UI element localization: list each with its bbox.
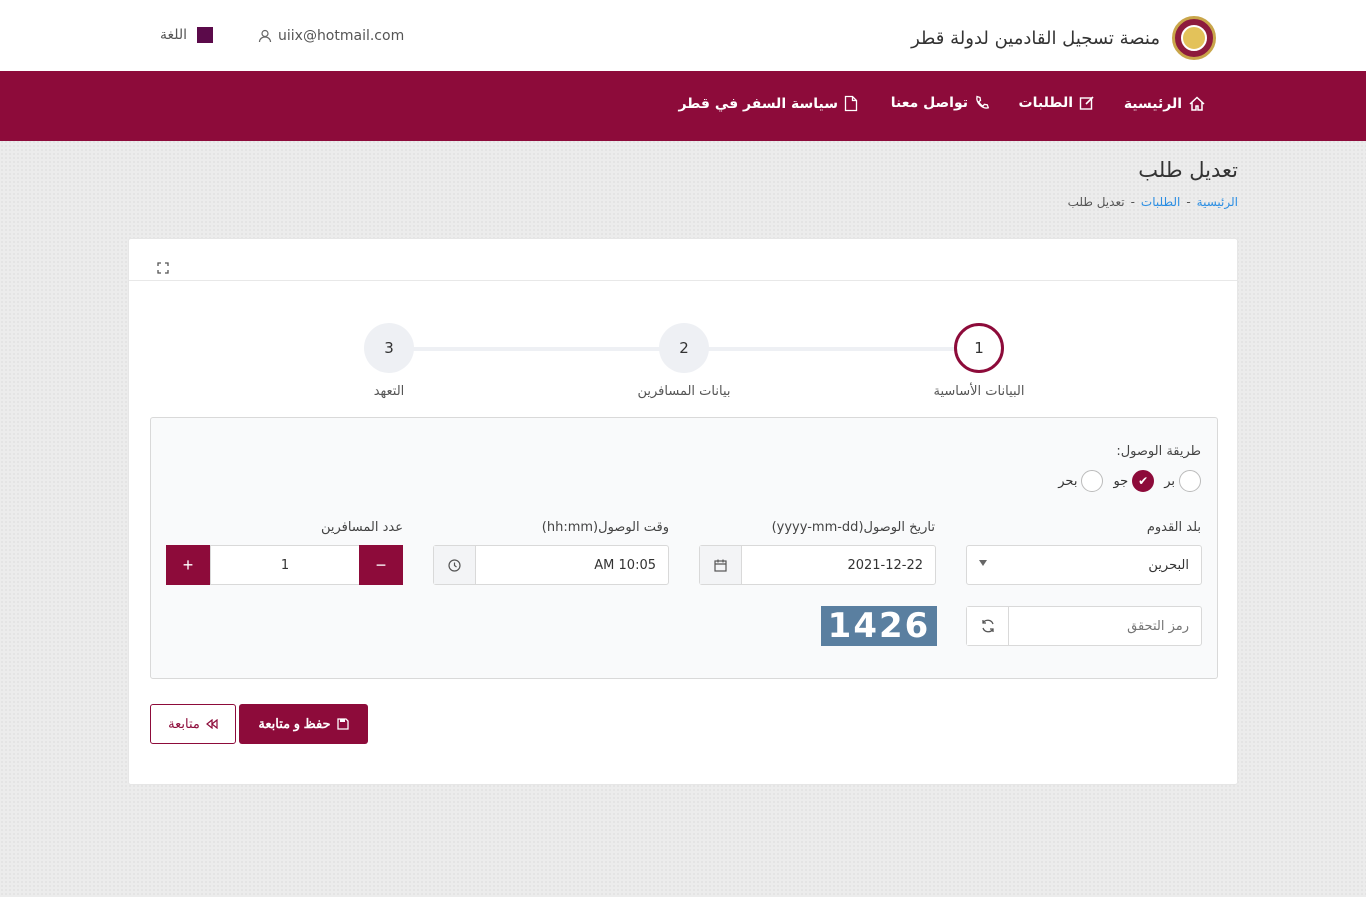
card-header bbox=[129, 239, 1237, 281]
breadcrumb-separator: - bbox=[1186, 195, 1191, 209]
arrival-date-value: 2021-12-22 bbox=[847, 558, 923, 573]
radio-sea[interactable]: بحر bbox=[1058, 470, 1104, 492]
radio-land-indicator[interactable] bbox=[1179, 470, 1201, 492]
travelers-count-label: عدد المسافرين bbox=[320, 520, 403, 535]
breadcrumb-separator: - bbox=[1130, 195, 1135, 209]
platform-title: منصة تسجيل القادمين لدولة قطر bbox=[911, 28, 1160, 49]
breadcrumb-requests[interactable]: الطلبات bbox=[1141, 195, 1180, 209]
continue-label: متابعة bbox=[168, 716, 200, 731]
fullscreen-icon[interactable] bbox=[157, 262, 169, 274]
nav-contact[interactable]: تواصل معنا bbox=[891, 95, 990, 111]
nav-requests-label: الطلبات bbox=[1018, 95, 1073, 111]
main-navbar: الرئيسية الطلبات تواصل معنا سياسة السفر … bbox=[0, 71, 1366, 141]
increment-button[interactable]: + bbox=[166, 545, 210, 585]
radio-air[interactable]: ✔ جو bbox=[1113, 470, 1155, 492]
radio-sea-indicator[interactable] bbox=[1081, 470, 1104, 492]
calendar-icon[interactable] bbox=[700, 546, 742, 584]
continue-button[interactable]: متابعة bbox=[150, 704, 236, 744]
step-2-circle[interactable]: 2 bbox=[659, 323, 709, 373]
radio-land[interactable]: بر bbox=[1164, 470, 1201, 492]
step-1-circle[interactable]: 1 bbox=[954, 323, 1004, 373]
fast-forward-icon bbox=[205, 719, 218, 729]
arrival-method-group: بر ✔ جو بحر bbox=[1058, 470, 1201, 492]
edit-icon bbox=[1079, 95, 1095, 111]
nav-requests[interactable]: الطلبات bbox=[1019, 95, 1095, 111]
edit-request-card: 1 2 3 البيانات الأساسية بيانات المسافرين… bbox=[128, 238, 1238, 785]
captcha-input[interactable] bbox=[1015, 607, 1201, 645]
step-3-label: التعهد bbox=[373, 384, 405, 399]
radio-land-label: بر bbox=[1164, 473, 1175, 489]
top-bar: منصة تسجيل القادمين لدولة قطر uiix@hotma… bbox=[0, 0, 1366, 71]
document-icon bbox=[844, 95, 858, 112]
country-label: بلد القدوم bbox=[1146, 520, 1201, 535]
decrement-button[interactable]: − bbox=[359, 545, 403, 585]
step-3-circle[interactable]: 3 bbox=[364, 323, 414, 373]
basic-info-form: طريقة الوصول: بر ✔ جو بحر بلد القدوم تار… bbox=[150, 417, 1218, 679]
arrival-time-input[interactable]: 10:05 AM bbox=[433, 545, 669, 585]
checkmark-icon[interactable]: ✔ bbox=[1132, 470, 1155, 492]
home-icon bbox=[1188, 95, 1206, 113]
language-flag-icon bbox=[197, 27, 214, 43]
phone-icon bbox=[974, 95, 990, 111]
captcha-image: 1426 bbox=[821, 606, 937, 646]
breadcrumb-current: تعديل طلب bbox=[1067, 195, 1125, 209]
radio-sea-label: بحر bbox=[1058, 473, 1078, 489]
user-account[interactable]: uiix@hotmail.com bbox=[258, 28, 404, 44]
user-email: uiix@hotmail.com bbox=[278, 28, 405, 44]
nav-home[interactable]: الرئيسية bbox=[1124, 95, 1206, 113]
country-select[interactable]: البحرين bbox=[966, 545, 1202, 585]
nav-contact-label: تواصل معنا bbox=[890, 95, 968, 111]
step-1-label: البيانات الأساسية bbox=[933, 384, 1025, 399]
radio-air-label: جو bbox=[1113, 473, 1129, 489]
travelers-count-input[interactable]: 1 bbox=[210, 545, 360, 585]
step-2-label: بيانات المسافرين bbox=[637, 384, 731, 399]
breadcrumb-home[interactable]: الرئيسية bbox=[1197, 195, 1238, 209]
user-icon bbox=[258, 29, 272, 43]
save-icon bbox=[336, 718, 349, 730]
arrival-date-label: تاريخ الوصول(yyyy-mm-dd) bbox=[771, 520, 935, 535]
country-value: البحرين bbox=[1148, 558, 1189, 573]
save-continue-button[interactable]: حفظ و متابعة bbox=[239, 704, 368, 744]
arrival-time-label: وقت الوصول(hh:mm) bbox=[541, 520, 669, 535]
qatar-emblem-logo bbox=[1172, 16, 1216, 60]
clock-icon[interactable] bbox=[434, 546, 476, 584]
page-title: تعديل طلب bbox=[1138, 158, 1238, 182]
nav-home-label: الرئيسية bbox=[1123, 96, 1182, 112]
refresh-icon[interactable] bbox=[967, 607, 1009, 645]
save-continue-label: حفظ و متابعة bbox=[258, 716, 331, 731]
language-switcher[interactable]: اللغة bbox=[160, 27, 214, 43]
chevron-down-icon bbox=[979, 560, 987, 566]
nav-travel-policy-label: سياسة السفر في قطر bbox=[678, 95, 838, 112]
travelers-count-value: 1 bbox=[280, 558, 290, 573]
arrival-time-value: 10:05 AM bbox=[594, 558, 656, 573]
captcha-field bbox=[966, 606, 1202, 646]
arrival-date-input[interactable]: 2021-12-22 bbox=[699, 545, 936, 585]
breadcrumb: الرئيسية - الطلبات - تعديل طلب bbox=[1068, 195, 1238, 209]
nav-travel-policy[interactable]: سياسة السفر في قطر bbox=[678, 95, 858, 112]
language-label: اللغة bbox=[160, 27, 188, 43]
arrival-method-label: طريقة الوصول: bbox=[1116, 444, 1201, 459]
